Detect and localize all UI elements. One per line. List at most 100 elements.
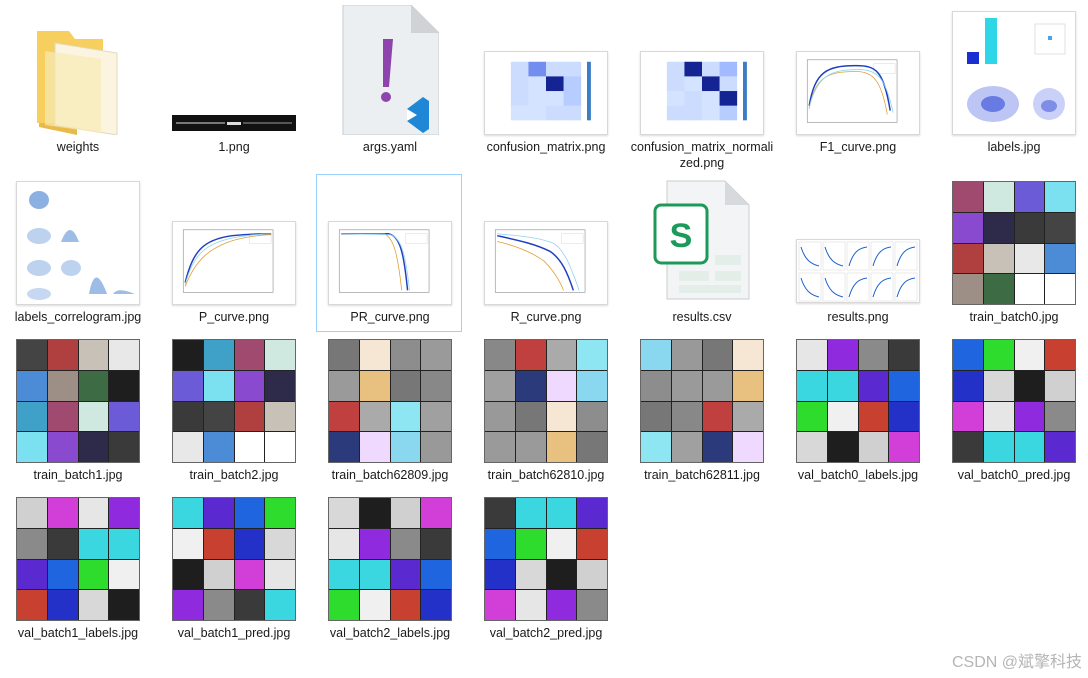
file-thumbnail <box>639 7 765 135</box>
image-mosaic-thumbnail <box>952 339 1076 463</box>
file-item-labels-correlogram-jpg[interactable]: labels_correlogram.jpg <box>4 174 150 332</box>
file-thumbnail <box>327 335 453 463</box>
file-name-label: val_batch2_pred.jpg <box>489 626 603 640</box>
file-item-results-csv[interactable]: S results.csv <box>628 174 774 332</box>
file-thumbnail <box>15 493 141 621</box>
file-item-1-png[interactable]: 1.png <box>160 4 306 162</box>
file-name-label: train_batch1.jpg <box>33 468 123 482</box>
curve-chart-thumbnail <box>484 221 608 305</box>
file-name-label: results.csv <box>672 310 732 324</box>
file-item-val-batch0-pred-jpg[interactable]: val_batch0_pred.jpg <box>940 332 1086 490</box>
image-mosaic-thumbnail <box>16 339 140 463</box>
file-thumbnail <box>639 335 765 463</box>
file-name-label: train_batch0.jpg <box>969 310 1059 324</box>
file-name-label: weights <box>56 140 100 154</box>
image-mosaic-thumbnail <box>484 339 608 463</box>
file-item-weights[interactable]: weights <box>4 4 150 162</box>
confusion-matrix-thumbnail <box>484 51 608 135</box>
confusion-matrix-thumbnail <box>640 51 764 135</box>
file-name-label: train_batch2.jpg <box>189 468 279 482</box>
correlogram-thumbnail <box>16 181 140 305</box>
yaml-file-icon <box>341 4 440 136</box>
file-thumbnail <box>483 7 609 135</box>
results-chart-thumbnail <box>796 239 920 303</box>
file-name-label: val_batch0_labels.jpg <box>797 468 919 482</box>
curve-chart-thumbnail <box>172 221 296 305</box>
file-item-val-batch1-pred-jpg[interactable]: val_batch1_pred.jpg <box>160 490 306 648</box>
file-thumbnail <box>171 177 297 305</box>
file-thumbnail <box>483 177 609 305</box>
folder-icon <box>33 23 123 136</box>
image-mosaic-thumbnail <box>328 497 452 621</box>
image-mosaic-thumbnail <box>16 497 140 621</box>
file-name-label: F1_curve.png <box>819 140 897 154</box>
labels-chart-thumbnail <box>952 11 1076 135</box>
file-name-label: val_batch1_labels.jpg <box>17 626 139 640</box>
image-mosaic-thumbnail <box>952 181 1076 305</box>
file-item-train-batch0-jpg[interactable]: train_batch0.jpg <box>940 174 1086 332</box>
file-thumbnail <box>327 4 453 136</box>
curve-chart-thumbnail <box>796 51 920 135</box>
file-item-pr-curve-png[interactable]: PR_curve.png <box>316 174 462 332</box>
curve-chart-thumbnail <box>328 221 452 305</box>
file-item-val-batch2-labels-jpg[interactable]: val_batch2_labels.jpg <box>316 490 462 648</box>
file-name-label: confusion_matrix_normalized.png <box>630 140 774 170</box>
spreadsheet-file-icon: S <box>653 175 751 305</box>
file-item-confusion-matrix-normalized-png[interactable]: confusion_matrix_normalized.png <box>628 4 774 170</box>
file-name-label: labels_correlogram.jpg <box>14 310 142 324</box>
file-item-train-batch1-jpg[interactable]: train_batch1.jpg <box>4 332 150 490</box>
image-thumbnail <box>172 115 296 131</box>
file-thumbnail: S <box>639 177 765 305</box>
image-mosaic-thumbnail <box>172 497 296 621</box>
file-thumbnail <box>951 7 1077 135</box>
file-name-label: R_curve.png <box>510 310 582 324</box>
file-item-p-curve-png[interactable]: P_curve.png <box>160 174 306 332</box>
file-name-label: results.png <box>827 310 889 324</box>
file-item-results-png[interactable]: results.png <box>784 174 930 332</box>
file-thumbnail <box>795 335 921 463</box>
file-thumbnail <box>15 335 141 463</box>
svg-text:S: S <box>670 217 693 255</box>
file-thumbnail <box>171 493 297 621</box>
file-item-train-batch62809-jpg[interactable]: train_batch62809.jpg <box>316 332 462 490</box>
file-thumbnail <box>171 7 297 135</box>
file-item-val-batch2-pred-jpg[interactable]: val_batch2_pred.jpg <box>472 490 618 648</box>
file-thumbnail <box>795 177 921 305</box>
watermark-text: CSDN @斌擎科技 <box>951 654 1082 671</box>
file-thumbnail <box>15 7 141 136</box>
file-name-label: val_batch2_labels.jpg <box>329 626 451 640</box>
image-mosaic-thumbnail <box>796 339 920 463</box>
file-item-args-yaml[interactable]: args.yaml <box>316 4 462 162</box>
file-thumbnail <box>327 177 453 305</box>
file-thumbnail <box>483 335 609 463</box>
file-name-label: train_batch62811.jpg <box>644 468 760 482</box>
file-name-label: confusion_matrix.png <box>486 140 606 154</box>
file-name-label: val_batch1_pred.jpg <box>177 626 291 640</box>
file-grid: weights 1.png args.yaml confusion_matrix… <box>0 0 1088 678</box>
image-mosaic-thumbnail <box>484 497 608 621</box>
image-mosaic-thumbnail <box>640 339 764 463</box>
file-thumbnail <box>15 177 141 305</box>
file-thumbnail <box>171 335 297 463</box>
file-name-label: val_batch0_pred.jpg <box>957 468 1071 482</box>
file-item-train-batch62810-jpg[interactable]: train_batch62810.jpg <box>472 332 618 490</box>
file-name-label: args.yaml <box>362 140 418 154</box>
file-name-label: 1.png <box>218 140 250 154</box>
file-item-f1-curve-png[interactable]: F1_curve.png <box>784 4 930 162</box>
file-name-label: train_batch62809.jpg <box>331 468 449 482</box>
file-name-label: train_batch62810.jpg <box>487 468 605 482</box>
file-item-val-batch0-labels-jpg[interactable]: val_batch0_labels.jpg <box>784 332 930 490</box>
file-item-r-curve-png[interactable]: R_curve.png <box>472 174 618 332</box>
file-thumbnail <box>951 177 1077 305</box>
file-name-label: P_curve.png <box>198 310 270 324</box>
file-thumbnail <box>951 335 1077 463</box>
file-item-train-batch2-jpg[interactable]: train_batch2.jpg <box>160 332 306 490</box>
file-item-confusion-matrix-png[interactable]: confusion_matrix.png <box>472 4 618 162</box>
file-thumbnail <box>327 493 453 621</box>
image-mosaic-thumbnail <box>172 339 296 463</box>
file-thumbnail <box>795 7 921 135</box>
file-item-train-batch62811-jpg[interactable]: train_batch62811.jpg <box>628 332 774 490</box>
file-name-label: labels.jpg <box>987 140 1041 154</box>
file-item-labels-jpg[interactable]: labels.jpg <box>940 4 1086 162</box>
file-item-val-batch1-labels-jpg[interactable]: val_batch1_labels.jpg <box>4 490 150 648</box>
